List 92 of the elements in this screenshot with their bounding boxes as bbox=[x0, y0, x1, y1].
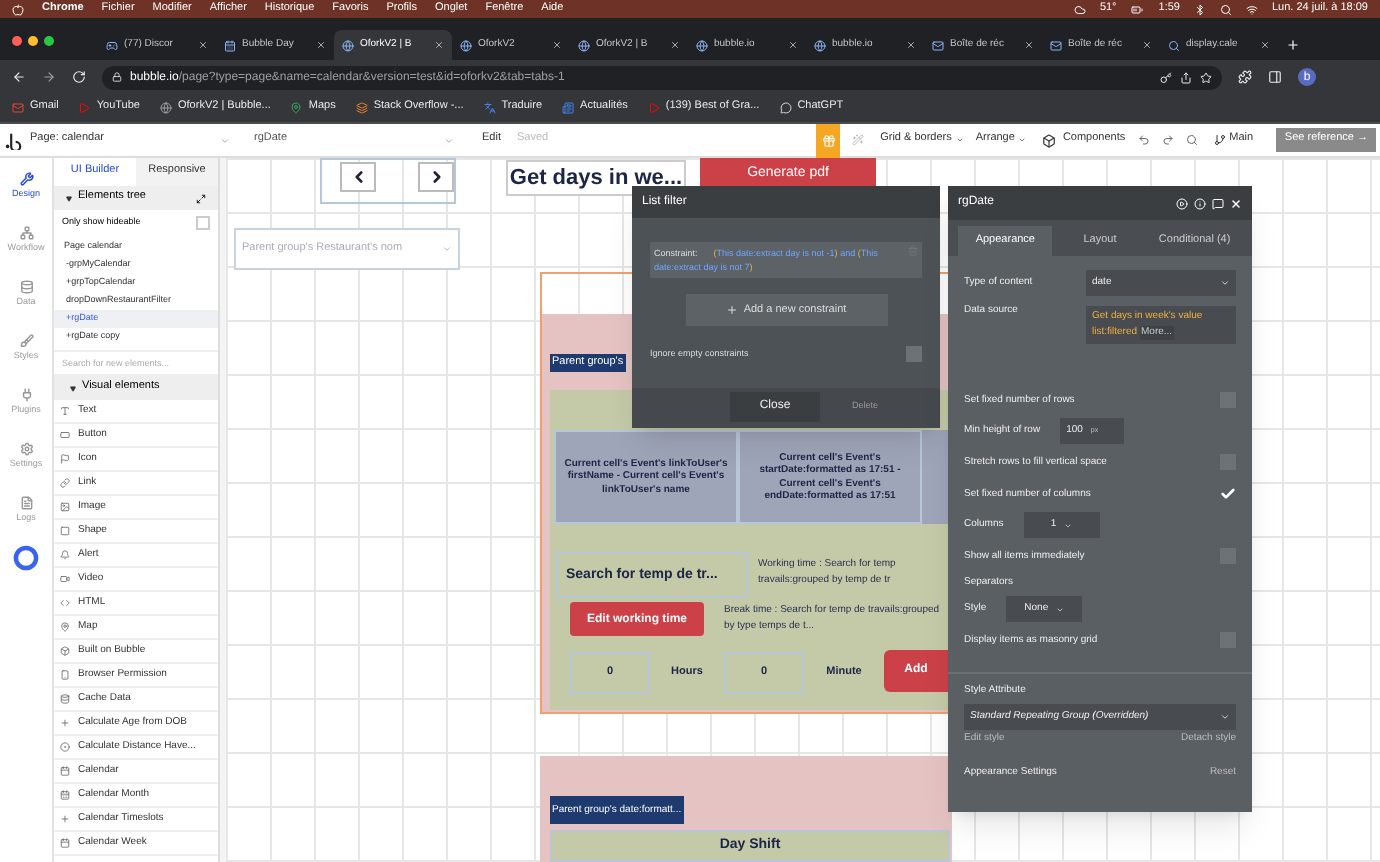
caret-icon bbox=[1220, 712, 1230, 722]
calendar-icon bbox=[60, 838, 70, 848]
globe-icon bbox=[814, 39, 826, 51]
checkbox[interactable] bbox=[196, 215, 210, 229]
plus-icon bbox=[60, 718, 70, 728]
network-icon bbox=[19, 225, 33, 240]
calendar-icon bbox=[224, 39, 236, 51]
lock-icon bbox=[112, 72, 122, 82]
plus-icon bbox=[60, 814, 70, 824]
code-icon bbox=[60, 598, 70, 608]
mail-icon bbox=[12, 102, 24, 114]
circle-icon bbox=[60, 742, 70, 752]
search-icon bbox=[1168, 39, 1180, 51]
text-icon bbox=[60, 406, 70, 416]
forward-icon bbox=[42, 70, 56, 84]
cube-icon bbox=[1042, 133, 1057, 147]
database-icon bbox=[19, 279, 33, 294]
phone-icon bbox=[60, 670, 70, 680]
battery-icon bbox=[1130, 3, 1145, 15]
globe-icon bbox=[160, 102, 172, 114]
redo-icon bbox=[1161, 134, 1174, 146]
square-icon bbox=[60, 526, 70, 536]
calendar-icon bbox=[60, 766, 70, 776]
nav-frame bbox=[320, 158, 456, 204]
undo-icon bbox=[1137, 134, 1150, 146]
tools-icon bbox=[19, 171, 33, 186]
cube-icon bbox=[60, 646, 70, 656]
caret-icon bbox=[1220, 278, 1230, 288]
heading-text: Get days in we... bbox=[506, 160, 686, 196]
settings-icon bbox=[19, 441, 33, 456]
plus-icon bbox=[1286, 38, 1300, 52]
close-icon[interactable] bbox=[1230, 197, 1242, 209]
wand-icon bbox=[852, 134, 865, 146]
link-icon bbox=[60, 478, 70, 488]
button-icon bbox=[60, 430, 70, 440]
back-icon bbox=[12, 70, 26, 84]
map-pin-icon bbox=[290, 102, 303, 114]
bluetooth-icon bbox=[1193, 3, 1206, 15]
key-icon bbox=[1160, 71, 1172, 83]
search-icon bbox=[1185, 134, 1198, 146]
globe-icon bbox=[696, 39, 708, 51]
brush-icon bbox=[19, 333, 33, 348]
star-icon bbox=[1200, 71, 1212, 83]
document-icon bbox=[19, 495, 33, 510]
checkbox[interactable] bbox=[906, 346, 922, 363]
translate-icon bbox=[483, 102, 496, 114]
database-icon bbox=[60, 694, 70, 704]
share-icon bbox=[1180, 71, 1192, 83]
chat-icon bbox=[779, 102, 792, 114]
mail-icon bbox=[1050, 39, 1062, 51]
comment-icon[interactable] bbox=[1212, 197, 1224, 209]
play-icon bbox=[647, 102, 660, 114]
previous-button[interactable] bbox=[340, 162, 376, 192]
side-panel-icon bbox=[1268, 70, 1282, 84]
caret-icon bbox=[220, 135, 230, 145]
plus-icon bbox=[725, 304, 738, 317]
apple-icon bbox=[12, 3, 24, 15]
info-icon[interactable] bbox=[1194, 197, 1206, 209]
collapse-icon bbox=[70, 385, 76, 391]
layers-icon bbox=[355, 102, 368, 114]
globe-icon bbox=[460, 39, 472, 51]
collapse-icon bbox=[66, 195, 72, 201]
cloud-icon bbox=[1073, 3, 1086, 15]
check-icon bbox=[1220, 486, 1236, 502]
ring-logo-icon bbox=[12, 544, 40, 572]
mail-icon bbox=[932, 39, 944, 51]
logo-icon bbox=[4, 131, 22, 149]
play-icon bbox=[78, 102, 91, 114]
search-icon bbox=[1219, 3, 1232, 15]
caret-icon bbox=[442, 244, 452, 254]
wifi-icon bbox=[1245, 3, 1258, 15]
gamepad-icon bbox=[106, 39, 118, 51]
bell-icon bbox=[60, 550, 70, 560]
plug-icon bbox=[19, 387, 33, 402]
puzzle-icon bbox=[1238, 70, 1252, 84]
image-icon bbox=[60, 502, 70, 512]
map-pin-icon bbox=[60, 622, 70, 632]
globe-icon bbox=[342, 39, 354, 51]
reload-icon bbox=[72, 70, 86, 84]
caret-icon bbox=[444, 135, 454, 145]
calendar-icon bbox=[60, 790, 70, 800]
next-button[interactable] bbox=[418, 162, 454, 192]
flag-icon bbox=[60, 454, 70, 464]
newspaper-icon bbox=[562, 102, 575, 114]
chevron-right-icon bbox=[427, 168, 445, 186]
video-icon bbox=[60, 574, 70, 584]
play-icon[interactable] bbox=[1176, 197, 1188, 209]
globe-icon bbox=[578, 39, 590, 51]
expand-icon bbox=[196, 193, 206, 203]
branch-icon bbox=[1213, 134, 1226, 146]
gift-icon bbox=[821, 133, 836, 147]
gift-button[interactable] bbox=[816, 123, 841, 157]
